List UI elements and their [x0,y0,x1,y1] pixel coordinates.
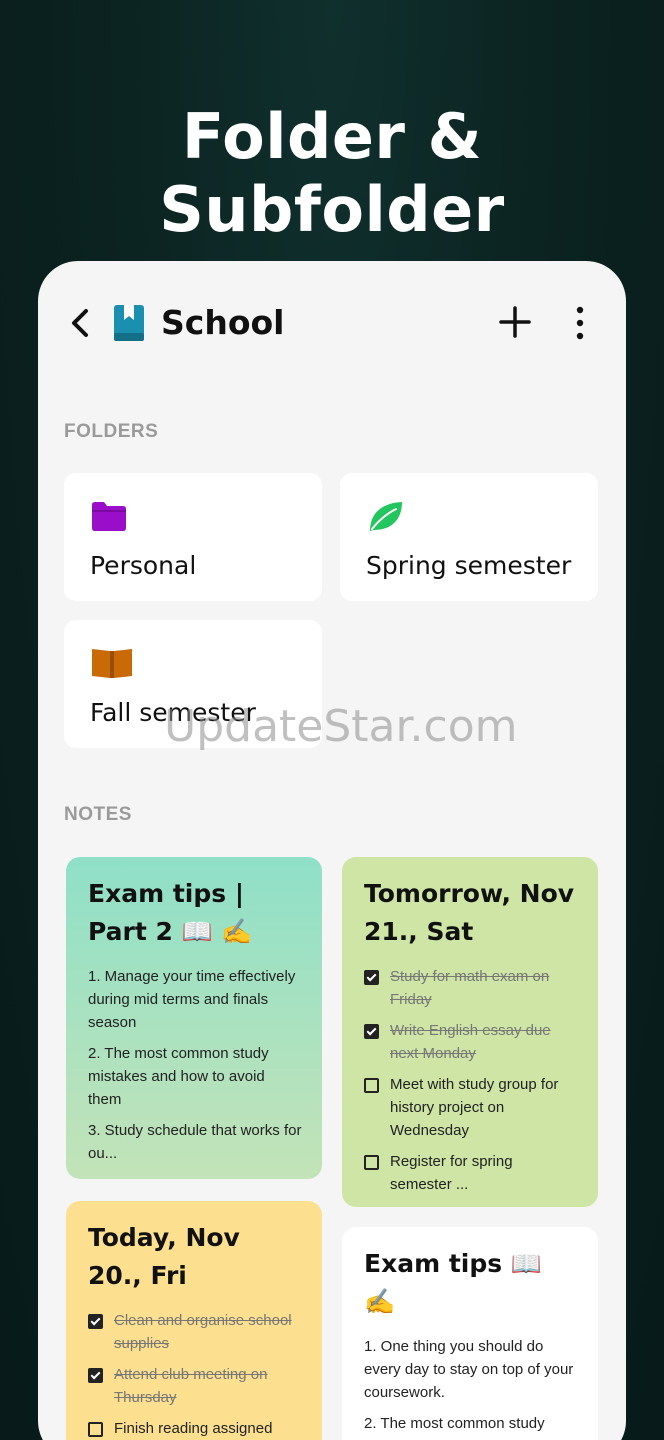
more-vertical-icon [576,306,584,340]
folders-section-label: FOLDERS [64,421,159,442]
note-title: Exam tips 📖 ✍️ [364,1249,542,1316]
plus-icon [499,306,531,338]
checklist-item[interactable]: Meet with study group for history projec… [364,1073,578,1142]
folder-name: Fall semester [90,698,256,727]
checkbox-checked[interactable] [88,1368,103,1383]
checkbox-unchecked[interactable] [364,1078,379,1093]
open-book-icon [90,646,132,680]
checkbox-unchecked[interactable] [364,1155,379,1170]
note-title: Tomorrow, Nov 21., Sat [364,879,575,946]
note-card[interactable]: Exam tips | Part 2 📖 ✍️ 1. Manage your t… [66,857,322,1179]
checklist-item[interactable]: Finish reading assigned [88,1417,302,1440]
checkbox-unchecked[interactable] [88,1422,103,1437]
note-line: 2. The most common study mistakes and ho… [88,1045,269,1108]
checklist-text: Clean and organise school supplies [114,1312,292,1352]
add-button[interactable] [498,305,532,339]
folder-card-spring-semester[interactable]: Spring semester [340,473,598,601]
checklist-item[interactable]: Attend club meeting on Thursday [88,1363,302,1409]
checklist-item[interactable]: Register for spring semester ... [364,1150,578,1196]
page-title: School [161,303,285,342]
checklist-text: Attend club meeting on Thursday [114,1366,268,1406]
checkbox-checked[interactable] [364,1024,379,1039]
folder-card-personal[interactable]: Personal [64,473,322,601]
book-icon [112,303,146,343]
checklist-item[interactable]: Write English essay due next Monday [364,1019,578,1065]
checklist-text: Finish reading assigned [114,1420,273,1437]
leaf-icon [366,499,404,533]
note-line: 3. Study schedule that works for ou... [88,1122,302,1162]
checkbox-checked[interactable] [88,1314,103,1329]
folder-icon [90,499,128,533]
hero-title: Folder & Subfolder [159,100,505,246]
folder-name: Spring semester [366,551,572,580]
chevron-left-icon [72,309,88,337]
checklist-item[interactable]: Clean and organise school supplies [88,1309,302,1355]
note-card[interactable]: Tomorrow, Nov 21., Sat Study for math ex… [342,857,598,1207]
back-button[interactable] [64,303,98,343]
note-line: 1. One thing you should do every day to … [364,1338,574,1401]
note-line: 2. The most common study mistakes and ho… [364,1415,545,1440]
folder-name: Personal [90,551,197,580]
app-screen: School FOLDERS Personal Spring semester … [38,261,626,1440]
checklist-text: Meet with study group for history projec… [390,1076,559,1139]
note-card[interactable]: Today, Nov 20., Fri Clean and organise s… [66,1201,322,1440]
note-title: Today, Nov 20., Fri [88,1223,240,1290]
checklist-text: Study for math exam on Friday [390,968,550,1008]
more-options-button[interactable] [568,305,592,341]
note-line: 1. Manage your time effectively during m… [88,968,296,1031]
note-title: Exam tips | Part 2 📖 ✍️ [88,879,253,946]
top-app-bar: School [38,261,626,381]
checklist-text: Register for spring semester ... [390,1153,513,1193]
notes-section-label: NOTES [64,804,132,825]
checkbox-checked[interactable] [364,970,379,985]
checklist-text: Write English essay due next Monday [390,1022,551,1062]
note-card[interactable]: Exam tips 📖 ✍️ 1. One thing you should d… [342,1227,598,1440]
checklist-item[interactable]: Study for math exam on Friday [364,965,578,1011]
folder-card-fall-semester[interactable]: Fall semester [64,620,322,748]
